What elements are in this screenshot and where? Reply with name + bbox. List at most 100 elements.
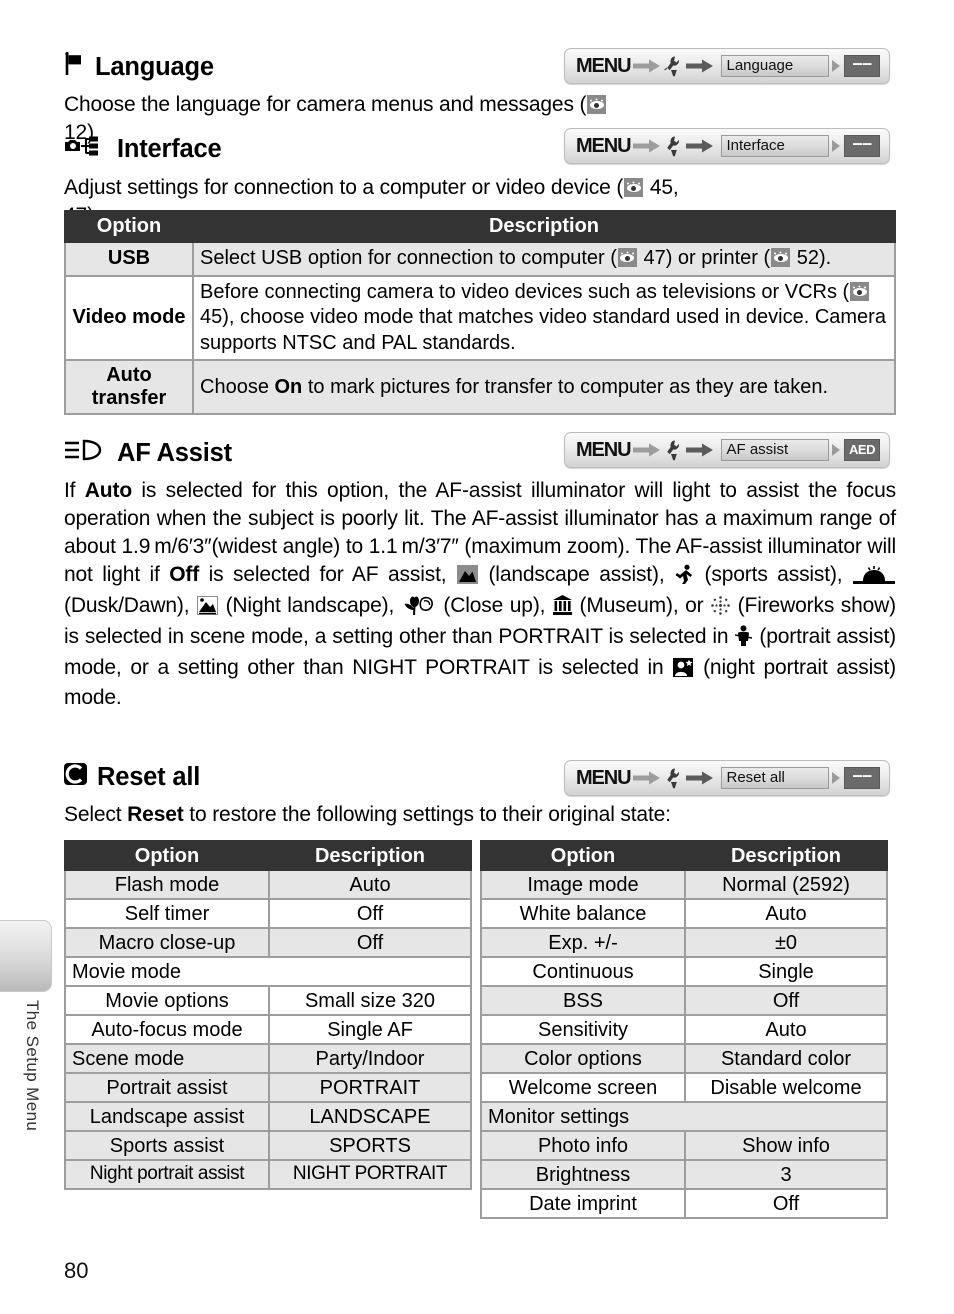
page-ref-icon (587, 95, 607, 114)
fireworks-icon (711, 595, 730, 623)
interface-body-text: Adjust settings for connection to a comp… (64, 176, 624, 199)
row-desc-auto-transfer: Choose On to mark pictures for transfer … (192, 359, 896, 416)
page-number: 80 (64, 1258, 89, 1283)
row-option: Photo info (480, 1130, 686, 1161)
row-option-usb: USB (64, 241, 194, 277)
row-option: BSS (480, 985, 686, 1016)
row-value: Auto (684, 1014, 888, 1045)
row-option: White balance (480, 898, 686, 929)
table-row: Color options Standard color (480, 1043, 888, 1074)
menu-value-interface: –– (844, 134, 880, 157)
section-heading-interface: Interface (64, 135, 222, 164)
row-value: Auto (684, 898, 888, 929)
row-value: Auto (268, 869, 472, 900)
page-ref-icon (850, 281, 870, 301)
chevron-right-icon (832, 772, 840, 784)
table-group-row: Monitor settings (480, 1101, 888, 1132)
night-portrait-assist-icon (673, 657, 694, 685)
row-value: PORTRAIT (268, 1072, 472, 1103)
row-value: 3 (684, 1159, 888, 1190)
menu-path-interface[interactable]: MENU Interface –– (564, 128, 890, 164)
row-desc-video-mode: Before connecting camera to video device… (192, 274, 896, 362)
row-option: Portrait assist (64, 1072, 270, 1103)
table-row: Photo info Show info (480, 1130, 888, 1161)
table-row: White balance Auto (480, 898, 888, 929)
interface-options-table: Option Description USB Select USB option… (64, 210, 896, 416)
table-row: Night portrait assist NIGHT PORTRAIT (64, 1159, 472, 1190)
night-landscape-icon (196, 595, 218, 623)
page-ref-icon (624, 178, 644, 197)
af-off-bold: Off (169, 562, 200, 586)
af-lamp-icon (64, 438, 108, 469)
section-title-language: Language (95, 52, 214, 81)
row-value: Show info (684, 1130, 888, 1161)
table-row: Movie options Small size 320 (64, 985, 472, 1016)
table-row: Flash mode Auto (64, 869, 472, 900)
row-value: Party/Indoor (268, 1043, 472, 1074)
row-option: Welcome screen (480, 1072, 686, 1103)
row-group-label: Movie mode (64, 956, 472, 987)
table-row: Brightness 3 (480, 1159, 888, 1190)
page-ref-icon (617, 248, 637, 267)
table-row: Auto transfer Choose On to mark pictures… (64, 359, 896, 416)
row-option-auto-transfer: Auto transfer (64, 359, 194, 416)
landscape-assist-icon (456, 564, 478, 592)
table-row: USB Select USB option for connection to … (64, 241, 896, 277)
row-option: Flash mode (64, 869, 270, 900)
menu-item-label-af-assist[interactable]: AF assist (720, 439, 829, 461)
section-heading-language: Language (64, 52, 214, 83)
row-option: Color options (480, 1043, 686, 1074)
table-row: Self timer Off (64, 898, 472, 929)
section-title-interface: Interface (117, 134, 222, 163)
menu-value-af-assist: AED (844, 439, 880, 461)
wrench-icon (666, 136, 679, 157)
menu-path-af-assist[interactable]: MENU AF assist AED (564, 432, 890, 468)
table-row: Landscape assist LANDSCAPE (64, 1101, 472, 1132)
menu-word: MENU (576, 766, 632, 789)
row-option: Landscape assist (64, 1101, 270, 1132)
row-value: Single (684, 956, 888, 987)
row-value: LANDSCAPE (268, 1101, 472, 1132)
table-group-row: Scene mode Party/Indoor (64, 1043, 472, 1074)
row-option: Night portrait assist (64, 1159, 270, 1190)
row-value: Disable welcome (684, 1072, 888, 1103)
row-value: Off (684, 985, 888, 1016)
wrench-icon (663, 56, 679, 77)
menu-item-label-interface[interactable]: Interface (720, 135, 829, 157)
row-value: SPORTS (268, 1130, 472, 1161)
menu-path-reset-all[interactable]: MENU Reset all –– (564, 760, 890, 796)
wrench-icon (666, 768, 679, 789)
col-header-description: Description (268, 840, 472, 871)
language-body-text: Choose the language for camera menus and… (64, 93, 587, 116)
row-value: Small size 320 (268, 985, 472, 1016)
flag-icon (64, 52, 86, 83)
reset-bold: Reset (127, 803, 184, 826)
row-option: Macro close-up (64, 927, 270, 958)
menu-word: MENU (576, 438, 632, 461)
row-option: Image mode (480, 869, 686, 900)
arrow-right-icon (632, 443, 660, 457)
table-row: Exp. +/- ±0 (480, 927, 888, 958)
table-row: Portrait assist PORTRAIT (64, 1072, 472, 1103)
chevron-right-icon (832, 60, 840, 72)
row-value: Normal (2592) (684, 869, 888, 900)
table-row: Image mode Normal (2592) (480, 869, 888, 900)
arrow-right-icon-2 (685, 59, 713, 73)
close-up-icon (402, 595, 436, 623)
museum-icon (552, 594, 572, 623)
chapter-side-label: The Setup Menu (23, 1000, 42, 1132)
section-body-reset-all: Select Reset to restore the following se… (64, 803, 671, 826)
menu-item-label-language[interactable]: Language (720, 55, 829, 77)
reset-defaults-table-right: Option Description Image mode Normal (259… (480, 840, 888, 1219)
table-header-row: Option Description (64, 210, 896, 243)
row-option: Self timer (64, 898, 270, 929)
menu-path-language[interactable]: MENU Language –– (564, 48, 890, 84)
col-header-option: Option (64, 840, 270, 871)
row-group-label: Scene mode (64, 1043, 270, 1074)
arrow-right-icon-2 (685, 139, 713, 153)
table-row: Macro close-up Off (64, 927, 472, 958)
section-heading-reset-all: Reset all (64, 762, 200, 793)
menu-item-label-reset-all[interactable]: Reset all (720, 767, 829, 789)
portrait-assist-icon (735, 625, 753, 654)
row-group-label: Monitor settings (480, 1101, 888, 1132)
